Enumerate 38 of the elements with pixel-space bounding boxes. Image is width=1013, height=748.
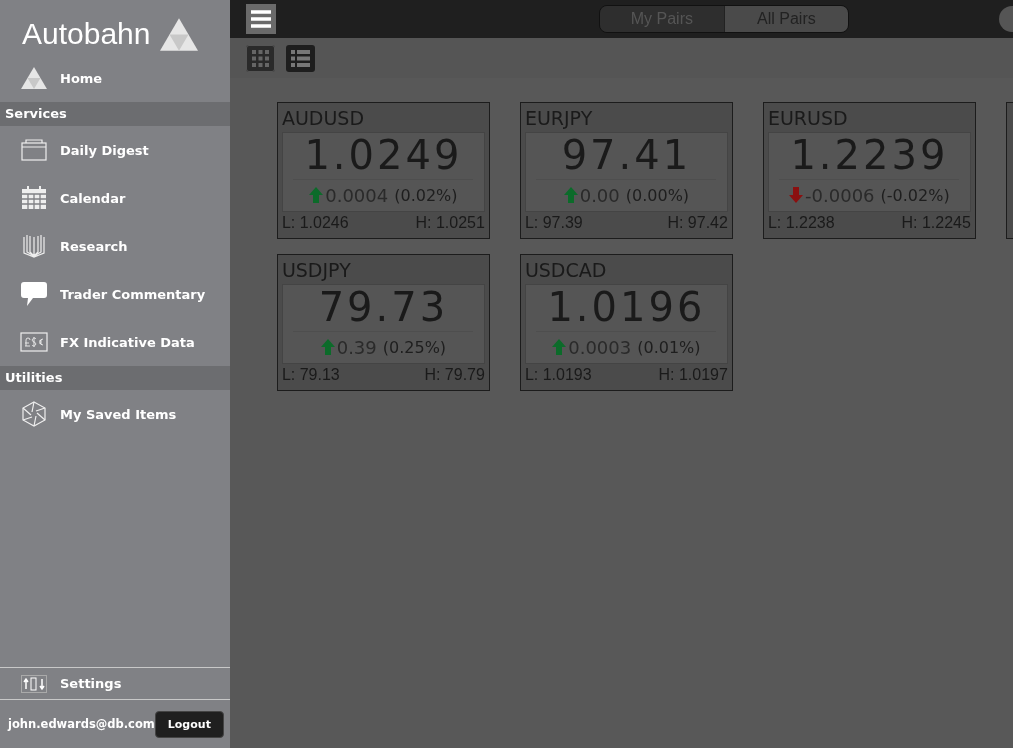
view-toggle-button[interactable] xyxy=(285,44,315,72)
app-logo-text: Autobahn xyxy=(22,17,151,51)
user-email: john.edwards@db.com xyxy=(8,717,155,731)
price: 97.41 xyxy=(536,133,717,180)
grid-view-icon xyxy=(251,49,269,67)
price: 1.2239 xyxy=(779,133,960,180)
change-percent: (-0.02%) xyxy=(880,185,950,205)
nav-item[interactable]: My Saved Items xyxy=(0,390,230,438)
price: 1.0196 xyxy=(536,285,717,332)
sliders-icon xyxy=(21,674,47,693)
change-percent: (0.01%) xyxy=(637,337,701,357)
book-icon xyxy=(22,234,46,258)
folder-icon xyxy=(21,139,47,161)
aperture-icon xyxy=(21,401,47,427)
section-header: Services xyxy=(0,102,230,126)
settings-nav-item[interactable]: Settings xyxy=(0,667,230,700)
price: 79.73 xyxy=(293,285,474,332)
change-percent: (0.00%) xyxy=(625,185,690,205)
nav-item[interactable]: FX Indicative Data xyxy=(0,318,230,366)
triangle-icon xyxy=(21,67,47,89)
speech-bubble-icon xyxy=(20,281,48,307)
change-percent: (0.25%) xyxy=(382,337,447,357)
change-percent: (0.02%) xyxy=(394,185,458,205)
logout-button[interactable]: Logout xyxy=(154,710,224,738)
list-view-icon xyxy=(290,49,310,67)
nav-item[interactable]: Daily Digest xyxy=(0,126,230,174)
section-header: Utilities xyxy=(0,366,230,390)
logo-triangle-icon xyxy=(160,17,199,51)
calendar-icon xyxy=(21,186,47,210)
nav-item[interactable]: Trader Commentary xyxy=(0,270,230,318)
home-nav-item[interactable]: Home xyxy=(0,54,230,102)
menu-button[interactable] xyxy=(245,4,276,34)
nav-item[interactable]: Calendar xyxy=(0,174,230,222)
menu-icon xyxy=(250,10,271,28)
currency-icon xyxy=(20,332,48,352)
nav-item[interactable]: Research xyxy=(0,222,230,270)
price: 1.0249 xyxy=(293,133,474,180)
view-toggle-button[interactable] xyxy=(245,44,275,72)
